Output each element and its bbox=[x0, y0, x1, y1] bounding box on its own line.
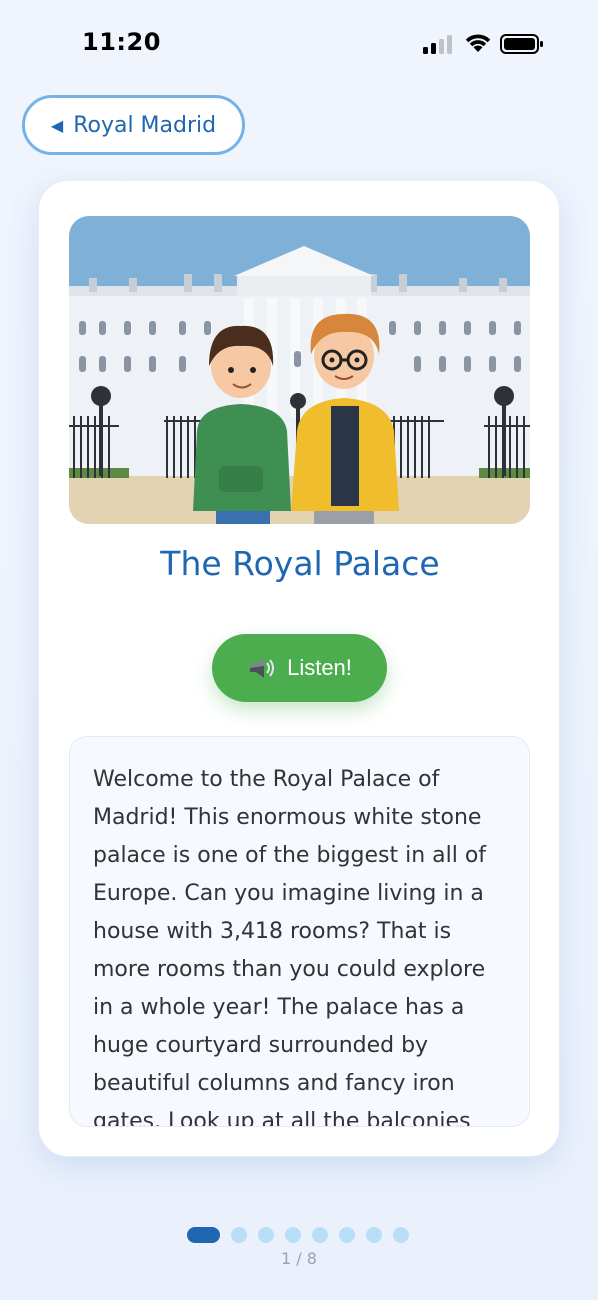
listen-button[interactable]: Listen! bbox=[212, 634, 387, 702]
wifi-icon bbox=[465, 34, 491, 52]
page-dot-8[interactable] bbox=[393, 1227, 409, 1243]
page-dot-4[interactable] bbox=[285, 1227, 301, 1243]
back-button[interactable]: ◀ Royal Madrid bbox=[22, 95, 245, 155]
battery-icon bbox=[500, 34, 543, 54]
story-body-text: Welcome to the Royal Palace of Madrid! T… bbox=[93, 767, 487, 1127]
story-title: The Royal Palace bbox=[160, 544, 440, 583]
back-button-label: Royal Madrid bbox=[73, 112, 217, 138]
screen: 11:20 ◀ Royal Madrid The Royal Palace Li… bbox=[0, 0, 598, 1300]
status-time: 11:20 bbox=[82, 28, 161, 56]
page-dot-5[interactable] bbox=[312, 1227, 328, 1243]
page-counter: 1 / 8 bbox=[281, 1249, 317, 1268]
page-dot-6[interactable] bbox=[339, 1227, 355, 1243]
story-text-box[interactable]: Welcome to the Royal Palace of Madrid! T… bbox=[69, 736, 530, 1127]
page-dot-1[interactable] bbox=[187, 1227, 220, 1243]
triangle-left-icon: ◀ bbox=[50, 115, 64, 135]
page-dot-2[interactable] bbox=[231, 1227, 247, 1243]
speaker-icon bbox=[250, 658, 275, 678]
cellular-signal-icon bbox=[423, 35, 452, 54]
page-dot-3[interactable] bbox=[258, 1227, 274, 1243]
listen-button-label: Listen! bbox=[287, 655, 352, 680]
palace-illustration bbox=[69, 216, 530, 524]
status-bar: 11:20 bbox=[0, 0, 598, 88]
page-indicator bbox=[0, 1226, 598, 1244]
story-card: The Royal Palace Listen! Welcome to the … bbox=[38, 180, 560, 1157]
page-dot-7[interactable] bbox=[366, 1227, 382, 1243]
